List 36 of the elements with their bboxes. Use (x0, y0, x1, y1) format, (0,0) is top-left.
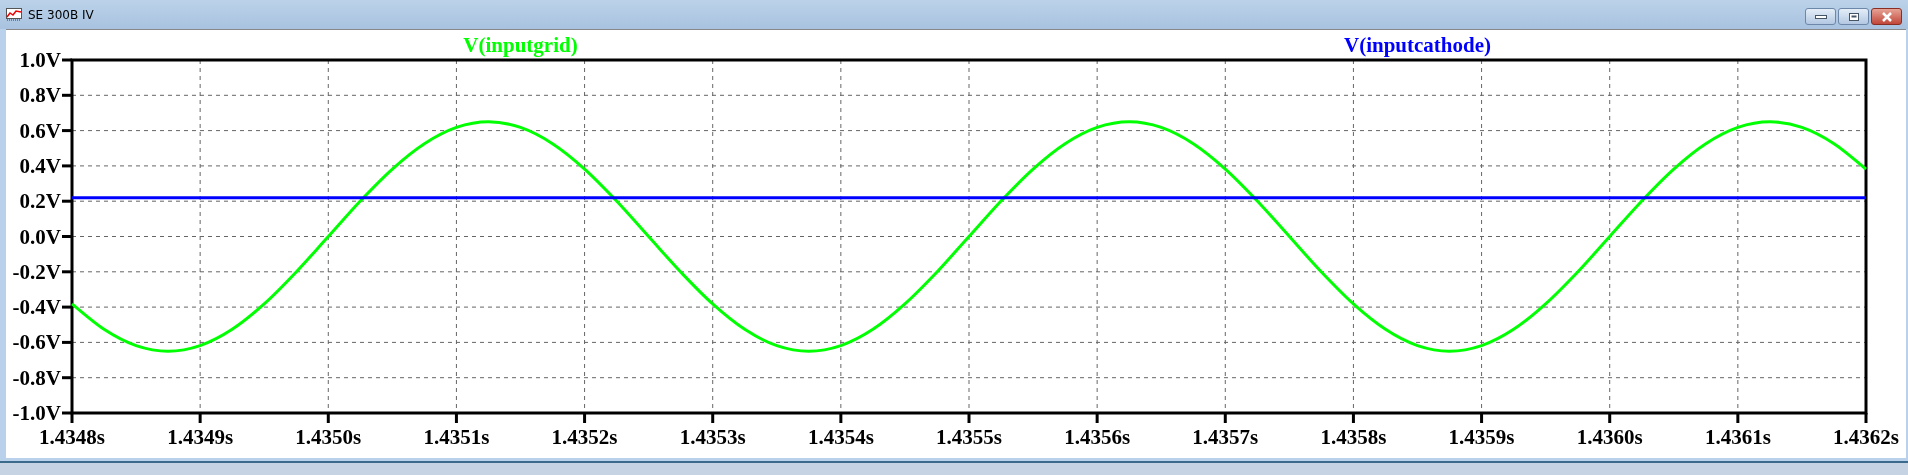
maximize-button[interactable] (1838, 8, 1869, 25)
y-tick-label: 0.2V (19, 189, 61, 214)
x-tick-label: 1.4349s (167, 425, 234, 449)
x-tick-label: 1.4350s (295, 425, 362, 449)
window-title: SE 300B IV (28, 7, 94, 22)
x-tick-label: 1.4355s (936, 425, 1002, 449)
close-icon (1880, 11, 1893, 22)
y-tick-label: -1.0V (12, 401, 61, 425)
y-tick-label: -0.2V (12, 259, 61, 284)
maximize-icon (1847, 11, 1860, 22)
x-tick-label: 1.4353s (679, 425, 746, 449)
x-tick-label: 1.4359s (1448, 425, 1515, 449)
series-label: V(inputgrid) (463, 33, 578, 57)
x-tick-label: 1.4356s (1064, 425, 1131, 449)
y-tick-label: 0.8V (19, 83, 61, 108)
x-tick-label: 1.4351s (423, 425, 490, 449)
minimize-button[interactable] (1805, 8, 1836, 25)
y-tick-label: 0.4V (19, 153, 61, 178)
y-tick-label: 0.6V (19, 118, 61, 143)
series-label: V(inputcathode) (1344, 33, 1491, 57)
x-tick-label: 1.4360s (1576, 425, 1643, 449)
y-tick-label: -0.8V (12, 365, 61, 390)
y-tick-label: -0.4V (12, 295, 61, 320)
x-tick-label: 1.4352s (551, 425, 618, 449)
x-tick-label: 1.4358s (1320, 425, 1387, 449)
x-tick-label: 1.4354s (807, 425, 874, 449)
minimize-icon (1814, 13, 1827, 20)
x-tick-label: 1.4357s (1192, 425, 1259, 449)
y-tick-label: 0.0V (19, 224, 61, 249)
waveform-icon (6, 7, 22, 22)
close-button[interactable] (1871, 8, 1902, 25)
y-tick-label: 1.0V (19, 48, 61, 72)
x-tick-label: 1.4361s (1704, 425, 1771, 449)
y-tick-label: -0.6V (12, 330, 61, 355)
x-tick-label: 1.4362s (1833, 425, 1899, 449)
x-tick-label: 1.4348s (39, 425, 105, 449)
